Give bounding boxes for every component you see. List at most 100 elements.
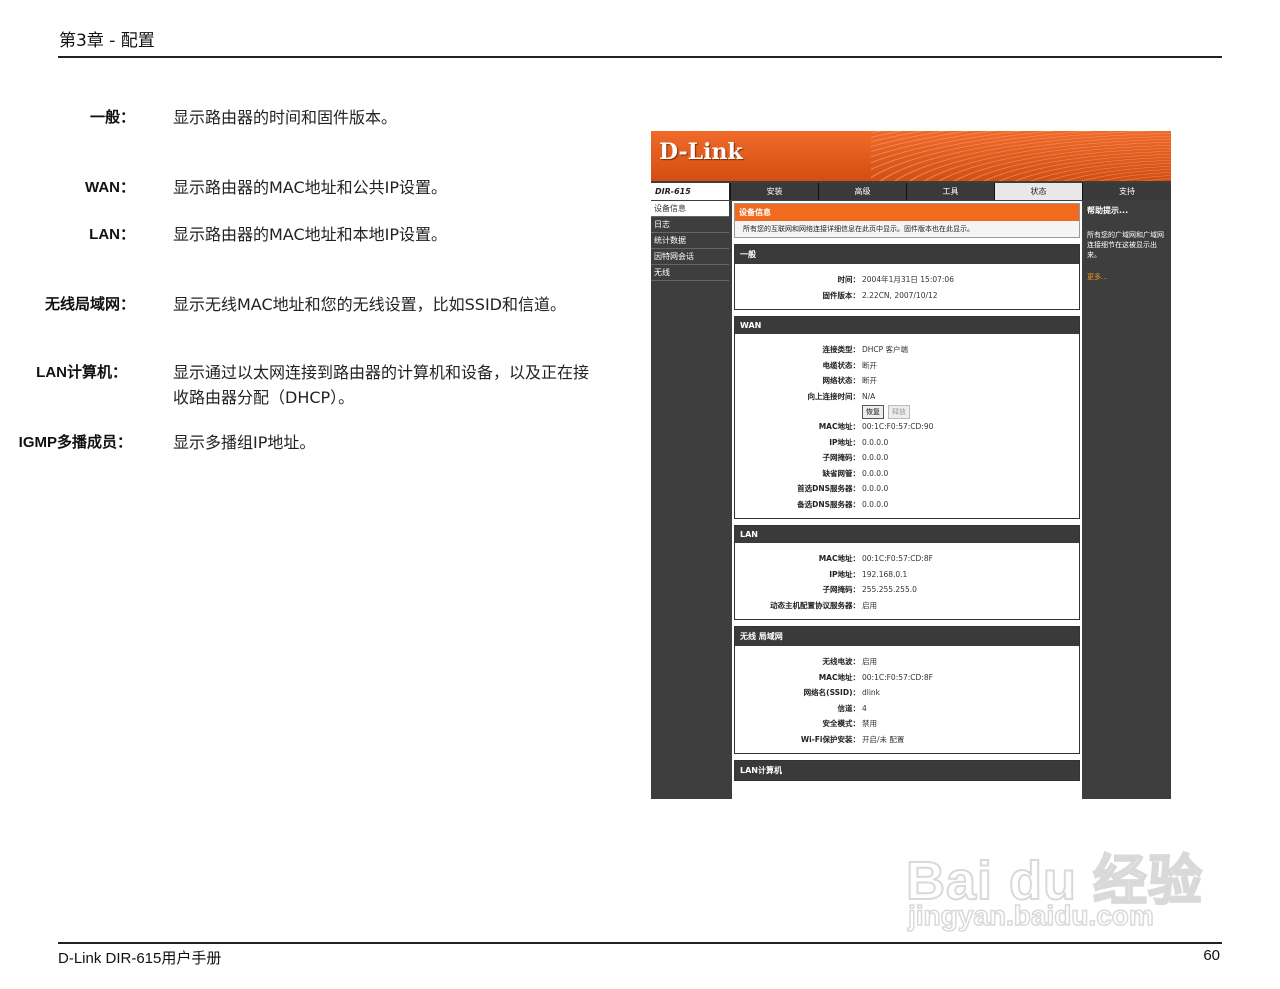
kv-value: 0.0.0.0 [862,437,889,447]
baidu-watermark: Bai du 经验 jingyan.baidu.com [905,796,1216,946]
kv-key: 信道： [837,703,861,713]
kv-key: 缺省网管： [822,468,861,478]
kv-value: 0.0.0.0 [862,484,889,493]
content-area: 设备信息 所有您的互联网和网络连接详细信息在此页中显示。固件版本也在此显示。 一… [732,201,1082,799]
info-text: 所有您的互联网和网络连接详细信息在此页中显示。固件版本也在此显示。 [735,221,1079,237]
help-sidebar: 帮助提示... 所有您的广域网和广域网连接细节在这被显示出来。 更多... [1084,201,1171,799]
release-button[interactable]: 释放 [888,404,910,419]
desc-text: 显示路由器的MAC地址和本地IP设置。 [173,225,448,244]
kv-row: IP地址： 192.168.0.1 [735,567,1079,583]
wlan-rows: 无线电波： 启用 MAC地址： 00:1C:F0:57:CD:8F 网络名(SSID… [735,646,1079,753]
kv-key: IP地址： [829,437,860,447]
section-title: 一般 [735,245,1079,264]
kv-row: 首选DNS服务器： 0.0.0.0 [735,481,1079,497]
watermark-sub: jingyan.baidu.com [907,899,1154,932]
kv-value: 00:1C:F0:57:CD:8F [862,672,933,682]
tab-status[interactable]: 状态 [994,183,1082,200]
kv-value: DHCP 客户端 [862,345,909,354]
lan-rows: MAC地址： 00:1C:F0:57:CD:8F IP地址： 192.168.0.1… [735,543,1079,619]
desc-term: 一般： [89,109,135,126]
menu-internet-sessions[interactable]: 因特网会话 [651,249,729,265]
kv-row: 无线电波： 启用 [735,654,1079,670]
tab-support[interactable]: 支持 [1082,183,1171,200]
kv-row: 信道： 4 [735,701,1079,717]
kv-key: 安全模式： [822,719,861,728]
menu-device-info[interactable]: 设备信息 [651,201,729,217]
kv-row: 时间： 2004年1月31日 15:07:06 [735,272,1079,288]
kv-key: MAC地址： [818,422,860,431]
lan-computers-section: LAN计算机 [734,760,1080,781]
kv-key: 连接类型： [822,345,861,354]
kv-row: MAC地址： 00:1C:F0:57:CD:8F [735,670,1079,686]
kv-key: 备选DNS服务器： [797,499,860,509]
kv-row: 向上连接时间： N/A [735,389,1079,405]
desc-text: 显示通过以太网连接到路由器的计算机和设备，以及正在接收路由器分配（DHCP）。 [173,363,590,407]
section-title: LAN计算机 [735,761,1079,780]
kv-value: 2004年1月31日 15:07:06 [862,275,954,284]
kv-key: 时间： [837,275,861,284]
desc-term: LAN： [89,226,135,243]
kv-row: IP地址： 0.0.0.0 [735,435,1079,451]
desc-term: IGMP多播成员： [18,434,132,451]
desc-text: 显示路由器的时间和固件版本。 [173,108,398,127]
top-rule [58,56,1222,58]
kv-row: 固件版本： 2.22CN, 2007/10/12 [735,288,1079,304]
renew-button[interactable]: 恢复 [862,404,884,419]
kv-value: 启用 [862,600,877,610]
desc-text: 显示路由器的MAC地址和公共IP设置。 [173,178,448,197]
general-section: 一般 时间： 2004年1月31日 15:07:06 固件版本： 2.22CN, 2… [734,244,1080,310]
router-screenshot: D-Link DIR-615 安装 高级 工具 状态 支持 设备信息 日志 统计… [651,131,1171,799]
kv-row: 网络名(SSID)： dlink [735,685,1079,701]
kv-row: MAC地址： 00:1C:F0:57:CD:90 [735,419,1079,435]
menu-statistics[interactable]: 统计数据 [651,233,729,249]
kv-key: 动态主机配置协议服务器： [770,600,860,610]
help-more-link[interactable]: 更多... [1087,272,1168,282]
tab-setup[interactable]: 安装 [730,183,818,200]
kv-key: 首选DNS服务器： [797,484,860,493]
kv-value: 00:1C:F0:57:CD:90 [862,422,934,431]
kv-value: dlink [862,688,881,697]
router-navbar: DIR-615 安装 高级 工具 状态 支持 [651,183,1171,200]
help-text: 所有您的广域网和广域网连接细节在这被显示出来。 [1087,231,1164,259]
tab-advanced[interactable]: 高级 [818,183,906,200]
menu-logs[interactable]: 日志 [651,217,729,233]
kv-value: 断开 [862,360,877,370]
tab-tools[interactable]: 工具 [906,183,994,200]
chapter-header: 第3章 - 配置 [59,31,155,51]
kv-row: 网络状态： 断开 [735,373,1079,389]
kv-row: Wi-Fi保护安装： 开启/未 配置 [735,732,1079,748]
kv-value: 开启/未 配置 [862,734,905,744]
kv-value: 0.0.0.0 [862,453,889,462]
banner-waves [871,131,1171,181]
kv-key: 无线电波： [822,657,861,666]
kv-row: 动态主机配置协议服务器： 启用 [735,598,1079,614]
kv-key: IP地址： [829,569,860,579]
kv-value: 2.22CN, 2007/10/12 [862,290,938,300]
dlink-logo: D-Link [659,139,743,165]
wlan-section: 无线 局域网 无线电波： 启用 MAC地址： 00:1C:F0:57:CD:8F 网… [734,626,1080,754]
kv-value: 4 [862,703,867,713]
kv-row: 安全模式： 禁用 [735,716,1079,732]
model-text: DIR-615 [655,187,691,196]
wan-section: WAN 连接类型： DHCP 客户端 电缆状态： 断开 网络状态： 断开 向上连接时间… [734,316,1080,519]
kv-value: N/A [862,391,876,401]
kv-row: 连接类型： DHCP 客户端 [735,342,1079,358]
kv-value: 0.0.0.0 [862,468,889,478]
device-info-box: 设备信息 所有您的互联网和网络连接详细信息在此页中显示。固件版本也在此显示。 [734,203,1080,238]
kv-key: Wi-Fi保护安装： [800,734,860,744]
info-title: 设备信息 [735,204,1079,221]
menu-wireless[interactable]: 无线 [651,265,729,281]
desc-text: 显示多播组IP地址。 [173,433,316,452]
help-title: 帮助提示... [1087,206,1129,215]
router-banner: D-Link [651,131,1171,181]
kv-row: 子网掩码： 0.0.0.0 [735,450,1079,466]
desc-term: WAN： [85,179,135,196]
kv-row: 子网掩码： 255.255.255.0 [735,582,1079,598]
lan-section: LAN MAC地址： 00:1C:F0:57:CD:8F IP地址： 192.168… [734,525,1080,620]
section-title: 无线 局域网 [735,627,1079,646]
kv-value: 192.168.0.1 [862,569,908,579]
desc-text: 显示无线MAC地址和您的无线设置，比如SSID和信道。 [173,295,566,314]
kv-row: 电缆状态： 断开 [735,358,1079,374]
kv-key: 电缆状态： [822,360,861,370]
model-label: DIR-615 [651,183,729,200]
